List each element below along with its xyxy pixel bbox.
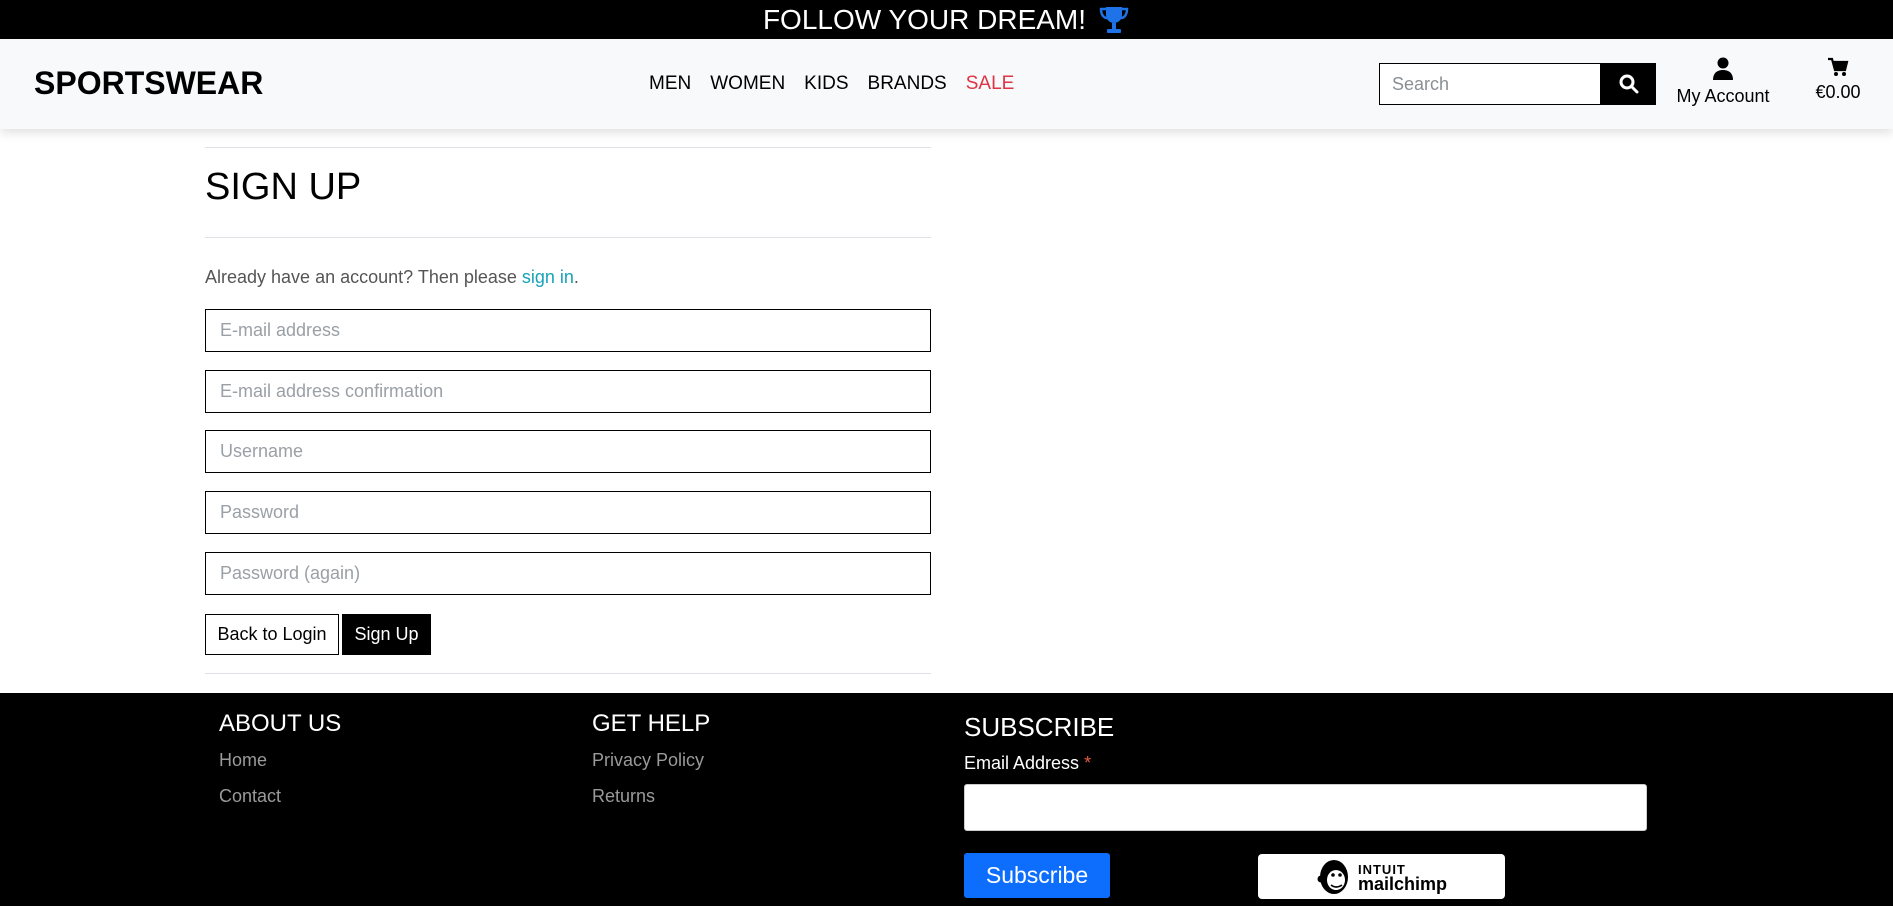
- page-title: SIGN UP: [205, 166, 362, 208]
- footer-link-home[interactable]: Home: [219, 750, 267, 771]
- promo-text: FOLLOW YOUR DREAM!: [762, 3, 1087, 35]
- my-account-button[interactable]: My Account: [1672, 57, 1774, 107]
- search-input[interactable]: Search: [1379, 63, 1601, 105]
- footer-link-returns[interactable]: Returns: [592, 786, 655, 807]
- divider-title: [205, 237, 931, 238]
- search-button[interactable]: [1601, 63, 1656, 105]
- subscribe-button[interactable]: Subscribe: [964, 853, 1110, 898]
- shopping-cart-icon: [1828, 57, 1849, 76]
- password-again-field[interactable]: Password (again): [205, 552, 931, 595]
- search-placeholder: Search: [1392, 73, 1450, 94]
- site-header: SPORTSWEAR MEN WOMEN KIDS BRANDS SALE Se…: [0, 39, 1893, 129]
- footer-link-privacy-policy[interactable]: Privacy Policy: [592, 750, 704, 771]
- email-confirm-placeholder: E-mail address confirmation: [220, 381, 444, 401]
- cart-total: €0.00: [1815, 82, 1861, 102]
- nav-brands[interactable]: BRANDS: [868, 73, 947, 95]
- about-us-heading: ABOUT US: [219, 710, 342, 737]
- username-placeholder: Username: [220, 441, 304, 461]
- nav-women[interactable]: WOMEN: [710, 73, 785, 95]
- email-field[interactable]: E-mail address: [205, 309, 931, 352]
- sign-up-button[interactable]: Sign Up: [342, 614, 431, 655]
- user-icon: [1713, 57, 1733, 80]
- nav-men[interactable]: MEN: [649, 73, 691, 95]
- get-help-heading: GET HELP: [592, 710, 711, 737]
- email-address-label: Email Address *: [964, 753, 1091, 774]
- mailchimp-freddie-icon: [1317, 859, 1348, 894]
- promo-banner: FOLLOW YOUR DREAM!: [0, 0, 1893, 39]
- site-footer: ABOUT US Home Contact GET HELP Privacy P…: [0, 693, 1893, 906]
- password-again-placeholder: Password (again): [220, 563, 361, 583]
- required-marker: *: [1084, 753, 1092, 773]
- search-icon: [1619, 74, 1638, 94]
- nav-kids[interactable]: KIDS: [804, 73, 848, 95]
- divider-bottom: [205, 673, 931, 674]
- signin-prompt: Already have an account? Then please sig…: [205, 267, 579, 288]
- nav-sale[interactable]: SALE: [966, 73, 1015, 95]
- password-field[interactable]: Password: [205, 491, 931, 534]
- cart-button[interactable]: €0.00: [1808, 57, 1868, 103]
- mailchimp-bottom-text: mailchimp: [1357, 873, 1448, 894]
- signin-prompt-period: .: [573, 267, 579, 287]
- main-nav: MEN WOMEN KIDS BRANDS SALE: [649, 73, 1014, 95]
- email-address-label-text: Email Address: [964, 753, 1080, 773]
- site-logo[interactable]: SPORTSWEAR: [34, 65, 263, 102]
- username-field[interactable]: Username: [205, 430, 931, 473]
- trophy-icon: [1098, 5, 1130, 35]
- email-confirm-field[interactable]: E-mail address confirmation: [205, 370, 931, 413]
- mailchimp-badge[interactable]: INTUIT mailchimp: [1258, 854, 1505, 899]
- mailchimp-wordmark: INTUIT mailchimp: [1357, 862, 1448, 894]
- my-account-label: My Account: [1676, 86, 1770, 106]
- footer-link-contact[interactable]: Contact: [219, 786, 281, 807]
- password-placeholder: Password: [220, 502, 300, 522]
- signin-prompt-text: Already have an account? Then please: [205, 267, 522, 287]
- divider-top: [205, 147, 931, 148]
- subscribe-heading: SUBSCRIBE: [964, 712, 1115, 742]
- signin-link[interactable]: sign in: [522, 267, 574, 287]
- newsletter-email-input[interactable]: [964, 784, 1647, 831]
- email-placeholder: E-mail address: [220, 320, 341, 340]
- back-to-login-button[interactable]: Back to Login: [205, 614, 339, 655]
